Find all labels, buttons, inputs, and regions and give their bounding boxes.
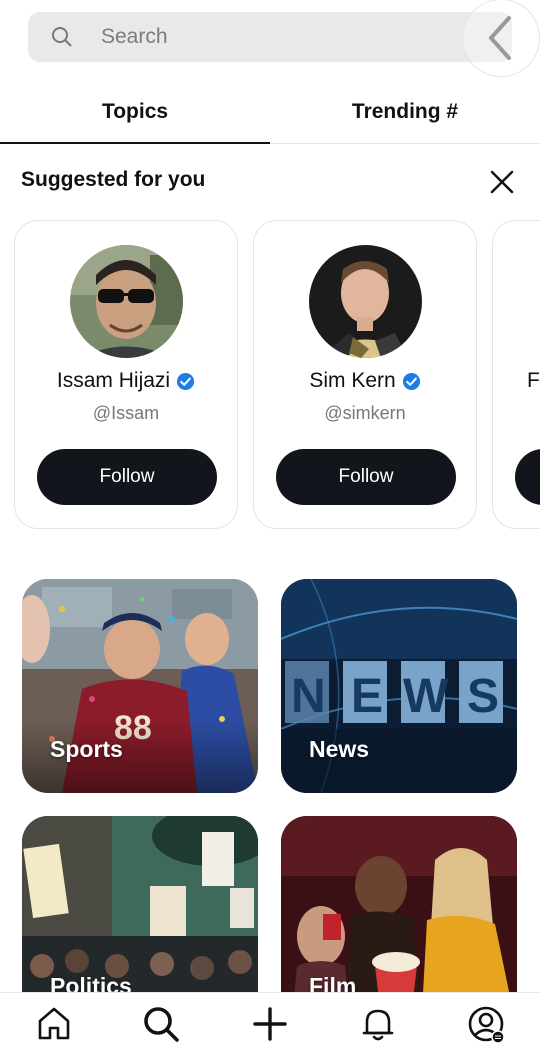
verified-badge-icon	[177, 372, 195, 390]
profile-icon[interactable]	[467, 1005, 505, 1043]
svg-text:E: E	[351, 670, 383, 723]
suggested-title: Suggested for you	[21, 168, 206, 191]
suggested-card: Sim Kern @simkern Follow	[253, 220, 477, 529]
topic-tile-news[interactable]: N E W S News	[281, 579, 517, 793]
name-row: F	[493, 369, 540, 393]
svg-text:S: S	[467, 670, 499, 723]
search-icon[interactable]	[142, 1005, 180, 1043]
search-bar[interactable]	[28, 12, 512, 62]
follow-button[interactable]: Follow	[276, 449, 456, 505]
user-handle: @simkern	[324, 403, 406, 423]
avatar[interactable]	[309, 245, 422, 358]
search-icon	[52, 27, 72, 47]
suggested-carousel[interactable]: Issam Hijazi @Issam Follow Sim Kern @sim…	[0, 220, 540, 530]
name-row: Sim Kern	[254, 369, 476, 393]
display-name[interactable]: Sim Kern	[309, 369, 395, 393]
tab-bar: Topics Trending #	[0, 80, 540, 144]
svg-text:W: W	[403, 670, 449, 723]
verified-badge-icon	[402, 372, 420, 390]
plus-icon[interactable]	[251, 1005, 289, 1043]
close-icon[interactable]	[488, 168, 516, 196]
user-handle: @Issam	[92, 403, 160, 423]
display-name[interactable]: Issam Hijazi	[57, 369, 170, 393]
suggested-card: F	[492, 220, 540, 529]
display-name[interactable]: F	[527, 369, 540, 393]
topic-label: Sports	[50, 736, 123, 762]
chevron-left-icon	[489, 16, 511, 60]
back-button[interactable]	[462, 0, 540, 77]
bell-icon[interactable]	[359, 1005, 397, 1043]
tab-topics[interactable]: Topics	[0, 80, 270, 144]
svg-text:N: N	[291, 670, 326, 723]
topic-label: News	[309, 736, 370, 762]
avatar[interactable]	[70, 245, 183, 358]
topic-tile-sports[interactable]: 88 Sports	[22, 579, 258, 793]
suggested-card: Issam Hijazi @Issam Follow	[14, 220, 238, 529]
tab-trending[interactable]: Trending #	[270, 80, 540, 143]
home-icon[interactable]	[35, 1005, 73, 1043]
follow-button[interactable]	[515, 449, 540, 505]
search-input[interactable]	[101, 25, 421, 49]
name-row: Issam Hijazi	[15, 369, 237, 393]
bottom-nav	[0, 992, 540, 1055]
follow-button[interactable]: Follow	[37, 449, 217, 505]
